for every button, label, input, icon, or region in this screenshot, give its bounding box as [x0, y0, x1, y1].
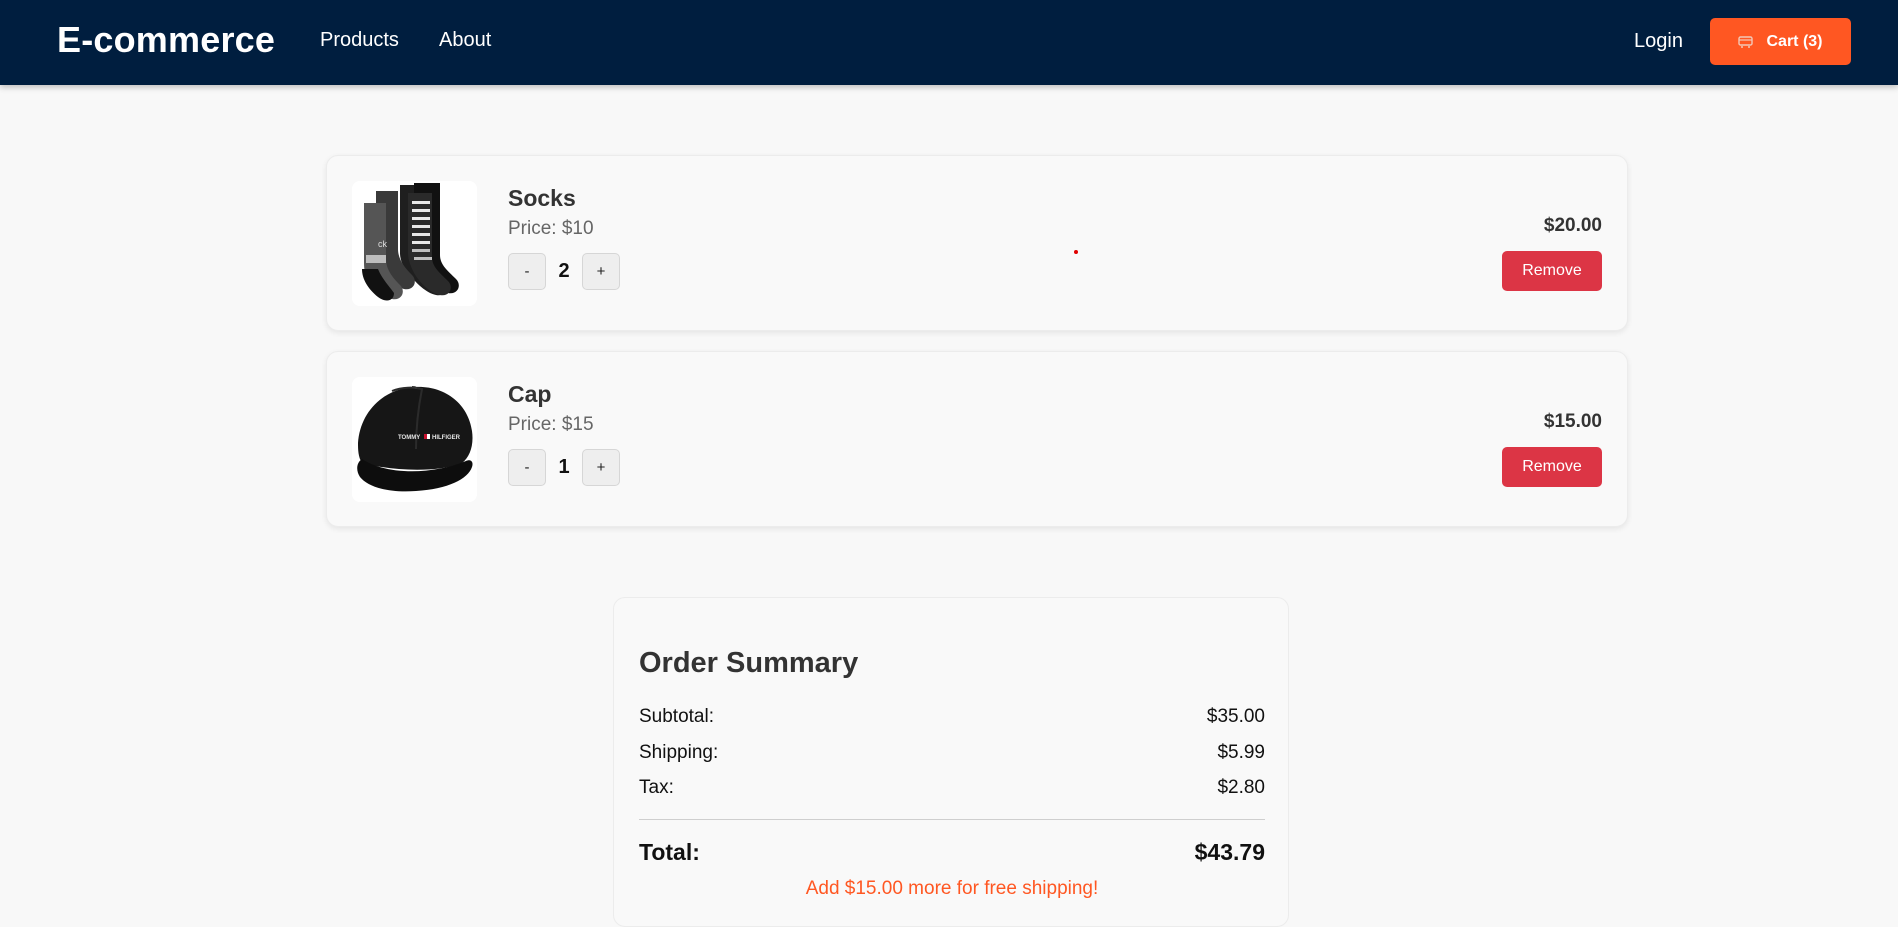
decrease-quantity-button[interactable]: -: [508, 253, 546, 290]
increase-quantity-button[interactable]: +: [582, 449, 620, 486]
cart-button[interactable]: Cart (3): [1710, 18, 1851, 65]
cursor-marker: [1074, 250, 1078, 254]
shipping-value: $5.99: [1217, 742, 1265, 763]
svg-text:HILFIGER: HILFIGER: [432, 435, 461, 441]
nav-link-products[interactable]: Products: [320, 29, 399, 52]
total-label: Total:: [639, 839, 700, 865]
svg-text:ck: ck: [378, 239, 388, 249]
svg-text:TOMMY: TOMMY: [398, 435, 420, 441]
item-unit-price: Price: $10: [508, 218, 594, 239]
tax-value: $2.80: [1217, 777, 1265, 798]
quantity-value: 1: [558, 456, 570, 478]
cap-product-image: TOMMY HILFIGER: [352, 377, 477, 502]
nav-link-about[interactable]: About: [439, 29, 491, 52]
remove-item-button[interactable]: Remove: [1502, 447, 1602, 487]
nav-link-login[interactable]: Login: [1634, 30, 1683, 53]
total-value: $43.79: [1194, 839, 1265, 865]
cart-button-label: Cart (3): [1766, 32, 1823, 50]
navbar: E-commerce Products About Login Cart (3): [0, 0, 1898, 85]
cart-item-socks: ck Socks Price: $10 - 2 + $20.00 Remove: [326, 155, 1628, 331]
summary-row-shipping: Shipping: $5.99: [639, 742, 1265, 764]
socks-product-image: ck: [352, 181, 477, 306]
increase-quantity-button[interactable]: +: [582, 253, 620, 290]
cart-item-cap: TOMMY HILFIGER Cap Price: $15 - 1 + $15.…: [326, 351, 1628, 527]
item-unit-price: Price: $15: [508, 414, 594, 435]
remove-item-button[interactable]: Remove: [1502, 251, 1602, 291]
tax-label: Tax:: [639, 777, 674, 798]
order-summary-title: Order Summary: [639, 647, 859, 679]
item-line-total: $20.00: [1543, 215, 1602, 236]
free-shipping-note: Add $15.00 more for free shipping!: [805, 878, 1099, 899]
summary-row-tax: Tax: $2.80: [639, 777, 1265, 799]
subtotal-label: Subtotal:: [639, 706, 714, 727]
summary-row-subtotal: Subtotal: $35.00: [639, 706, 1265, 728]
item-name: Socks: [508, 185, 576, 211]
shipping-label: Shipping:: [639, 742, 719, 763]
item-line-total: $15.00: [1543, 411, 1602, 432]
order-summary: Order Summary Subtotal: $35.00 Shipping:…: [613, 597, 1289, 927]
summary-row-total: Total: $43.79: [639, 839, 1265, 866]
decrease-quantity-button[interactable]: -: [508, 449, 546, 486]
brand-logo[interactable]: E-commerce: [57, 19, 275, 61]
subtotal-value: $35.00: [1206, 706, 1265, 727]
quantity-value: 2: [558, 260, 570, 282]
item-name: Cap: [508, 381, 552, 407]
cart-icon: [1738, 35, 1754, 48]
summary-divider: [639, 819, 1265, 820]
